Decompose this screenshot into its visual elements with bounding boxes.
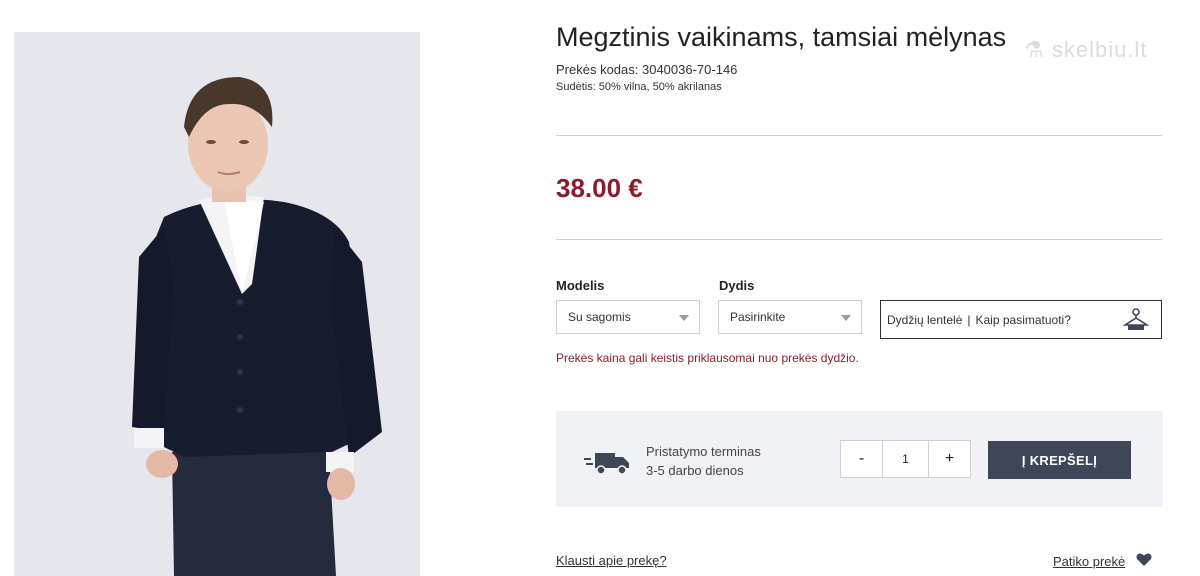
product-title: Megztinis vaikinams, tamsiai mėlynas bbox=[556, 22, 1007, 52]
quantity-minus-button[interactable]: - bbox=[841, 441, 882, 477]
ask-about-product-link[interactable]: Klausti apie prekę? bbox=[556, 553, 667, 568]
quantity-stepper: - 1 + bbox=[840, 440, 971, 478]
product-price: 38.00 € bbox=[556, 173, 643, 203]
size-label: Dydis bbox=[719, 278, 755, 293]
size-guide-separator: | bbox=[967, 312, 971, 327]
size-select-value: Pasirinkite bbox=[730, 310, 786, 324]
purchase-panel: Pristatymo terminas 3-5 darbo dienos - 1… bbox=[556, 411, 1163, 507]
divider-bottom bbox=[556, 239, 1162, 240]
delivery-days: 3-5 darbo dienos bbox=[646, 463, 744, 478]
heart-icon[interactable] bbox=[1136, 552, 1152, 567]
model-select[interactable]: Su sagomis bbox=[556, 300, 700, 334]
product-image bbox=[14, 32, 420, 576]
product-composition: Sudėtis: 50% vilna, 50% akrilanas bbox=[556, 81, 722, 93]
delivery-info: Pristatymo terminas 3-5 darbo dienos bbox=[646, 442, 761, 480]
size-table-link[interactable]: Dydžių lentelė bbox=[887, 313, 962, 327]
like-product-link[interactable]: Patiko prekė bbox=[1053, 554, 1125, 569]
price-note: Prekės kaina gali keistis priklausomai n… bbox=[556, 351, 859, 365]
model-label: Modelis bbox=[556, 278, 605, 293]
hanger-icon bbox=[1123, 308, 1149, 330]
watermark-text: ⚗ skelbiu.lt bbox=[1024, 37, 1148, 62]
truck-icon bbox=[584, 453, 629, 475]
divider-top bbox=[556, 135, 1162, 136]
how-to-measure-link[interactable]: Kaip pasimatuoti? bbox=[976, 313, 1071, 327]
product-photo[interactable] bbox=[14, 32, 420, 576]
delivery-title: Pristatymo terminas bbox=[646, 444, 761, 459]
chevron-down-icon bbox=[679, 315, 689, 321]
chevron-down-icon bbox=[841, 315, 851, 321]
quantity-input[interactable]: 1 bbox=[882, 441, 929, 477]
model-select-value: Su sagomis bbox=[568, 310, 631, 324]
add-to-cart-button[interactable]: Į KREPŠELĮ bbox=[988, 441, 1131, 479]
size-guide-box: Dydžių lentelė | Kaip pasimatuoti? bbox=[880, 300, 1162, 339]
quantity-plus-button[interactable]: + bbox=[929, 441, 970, 477]
size-select[interactable]: Pasirinkite bbox=[718, 300, 862, 334]
product-code: Prekės kodas: 3040036-70-146 bbox=[556, 62, 738, 77]
